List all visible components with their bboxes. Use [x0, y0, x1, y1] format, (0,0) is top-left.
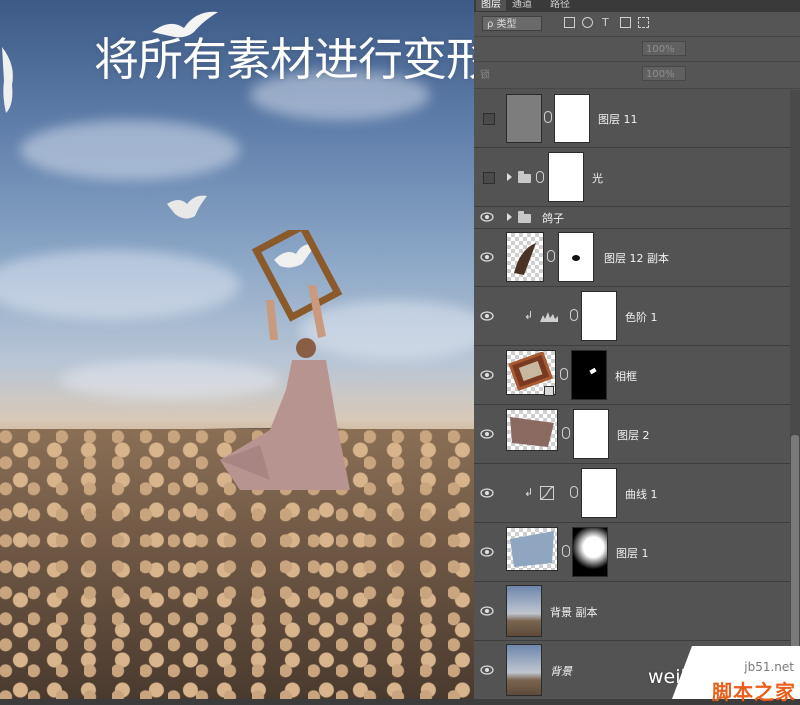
- folder-icon: [518, 171, 531, 183]
- group-name[interactable]: 鸽子: [542, 210, 564, 226]
- document-canvas[interactable]: 将所有素材进行变形并安置到位: [0, 0, 474, 699]
- eye-icon[interactable]: [480, 250, 494, 264]
- visibility-toggle[interactable]: [483, 172, 495, 184]
- layer-row[interactable]: 背景 副本: [474, 582, 790, 641]
- jb51-name: 脚本之家: [712, 680, 796, 704]
- dove-image: [2, 47, 13, 113]
- lock-row: 锁 100%: [474, 62, 800, 89]
- curves-adjustment-icon: [540, 486, 554, 500]
- lock-label: 锁: [480, 70, 490, 81]
- layer-name[interactable]: 图层 1: [616, 545, 649, 561]
- page-fold-shape: [672, 646, 692, 699]
- layer-row[interactable]: 光: [474, 148, 790, 207]
- layer-thumbnail: [506, 644, 542, 696]
- layers-scrollbar[interactable]: [790, 90, 800, 699]
- layer-name[interactable]: 图层 12 副本: [604, 250, 669, 266]
- layer-name[interactable]: 色阶 1: [625, 309, 658, 325]
- layer-name[interactable]: 背景: [550, 663, 572, 679]
- link-icon: [570, 486, 578, 498]
- layer-mask-thumbnail[interactable]: [581, 468, 617, 518]
- mask-shape: [572, 255, 580, 261]
- pixel-filter-icon[interactable]: [564, 17, 575, 28]
- layer-row[interactable]: ↲ 色阶 1: [474, 287, 790, 346]
- filter-row: ρ 类型 T: [474, 12, 800, 37]
- layer-row[interactable]: 图层 12 副本: [474, 229, 790, 287]
- eye-icon[interactable]: [480, 309, 494, 323]
- layer-mask-thumbnail[interactable]: [573, 409, 609, 459]
- layer-mask-thumbnail[interactable]: [571, 350, 607, 400]
- smart-object-filter-icon[interactable]: [638, 17, 649, 28]
- eye-icon[interactable]: [480, 486, 494, 500]
- layer-row[interactable]: 图层 2: [474, 405, 790, 464]
- eye-icon[interactable]: [480, 427, 494, 441]
- link-icon: [544, 111, 552, 123]
- fill-field[interactable]: 100%: [642, 66, 686, 81]
- layer-mask-thumbnail[interactable]: [554, 94, 590, 143]
- layer-row[interactable]: 图层 1: [474, 523, 790, 582]
- layer-row[interactable]: 图层 11: [474, 90, 790, 148]
- sky-thumbnail-icon: [510, 531, 554, 567]
- eye-icon[interactable]: [480, 368, 494, 382]
- jb51-url: jb51.net: [744, 660, 794, 674]
- link-icon: [560, 368, 568, 380]
- link-icon: [536, 171, 544, 183]
- eye-icon[interactable]: [480, 545, 494, 559]
- tab-paths[interactable]: 路径: [550, 0, 570, 11]
- dove-image: [167, 195, 207, 219]
- disclosure-triangle-icon[interactable]: [507, 173, 512, 181]
- headline-text: 将所有素材进行变形并安置到位: [94, 33, 474, 86]
- layer-row[interactable]: ↲ 曲线 1: [474, 464, 790, 523]
- layer-mask-thumbnail[interactable]: [581, 291, 617, 341]
- link-icon: [547, 250, 555, 262]
- visibility-toggle[interactable]: [483, 113, 495, 125]
- link-icon: [562, 427, 570, 439]
- levels-adjustment-icon: [540, 312, 558, 322]
- folder-icon: [518, 211, 531, 223]
- shape-filter-icon[interactable]: [620, 17, 631, 28]
- dove-thumbnail-icon: [514, 243, 536, 275]
- layer-name[interactable]: 相框: [615, 368, 637, 384]
- cloud: [20, 120, 240, 180]
- eye-icon[interactable]: [480, 663, 494, 677]
- layer-row[interactable]: 相框: [474, 346, 790, 405]
- layer-name[interactable]: 图层 2: [617, 427, 650, 443]
- group-name[interactable]: 光: [592, 170, 603, 186]
- layer-mask-thumbnail[interactable]: [572, 527, 608, 577]
- layer-thumbnail: [506, 94, 542, 143]
- eye-icon[interactable]: [480, 210, 494, 224]
- clipping-arrow-icon: ↲: [524, 309, 534, 322]
- tab-channels[interactable]: 通道: [512, 0, 532, 11]
- layer-name[interactable]: 图层 11: [598, 111, 638, 127]
- disclosure-triangle-icon[interactable]: [507, 213, 512, 221]
- layer-thumbnail: [506, 585, 542, 637]
- type-filter-icon[interactable]: T: [602, 17, 613, 28]
- panel-tab-bar: 图层 通道 路径: [474, 0, 800, 12]
- layer-name[interactable]: 曲线 1: [625, 486, 658, 502]
- opacity-field[interactable]: 100%: [642, 41, 686, 56]
- jb51-watermark: jb51.net 脚本之家: [672, 646, 800, 704]
- eye-icon[interactable]: [480, 604, 494, 618]
- woman-holding-frame-image: [220, 230, 350, 490]
- adjustment-filter-icon[interactable]: [582, 17, 593, 28]
- layer-name[interactable]: 背景 副本: [550, 604, 598, 620]
- layer-row[interactable]: 鸽子: [474, 207, 790, 229]
- link-icon: [562, 545, 570, 557]
- link-icon: [570, 309, 578, 321]
- smart-object-badge-icon: [544, 386, 554, 396]
- clipping-arrow-icon: ↲: [524, 486, 534, 499]
- kind-filter-select[interactable]: ρ 类型: [482, 16, 542, 31]
- blend-row: 100%: [474, 37, 800, 62]
- fabric-thumbnail-icon: [510, 417, 554, 447]
- tab-layers[interactable]: 图层: [476, 0, 506, 11]
- layers-panel: 图层 通道 路径 ρ 类型 T 100% 锁 100% 图层 11 光 鸽子 图…: [474, 0, 800, 699]
- group-mask-thumbnail[interactable]: [548, 152, 584, 202]
